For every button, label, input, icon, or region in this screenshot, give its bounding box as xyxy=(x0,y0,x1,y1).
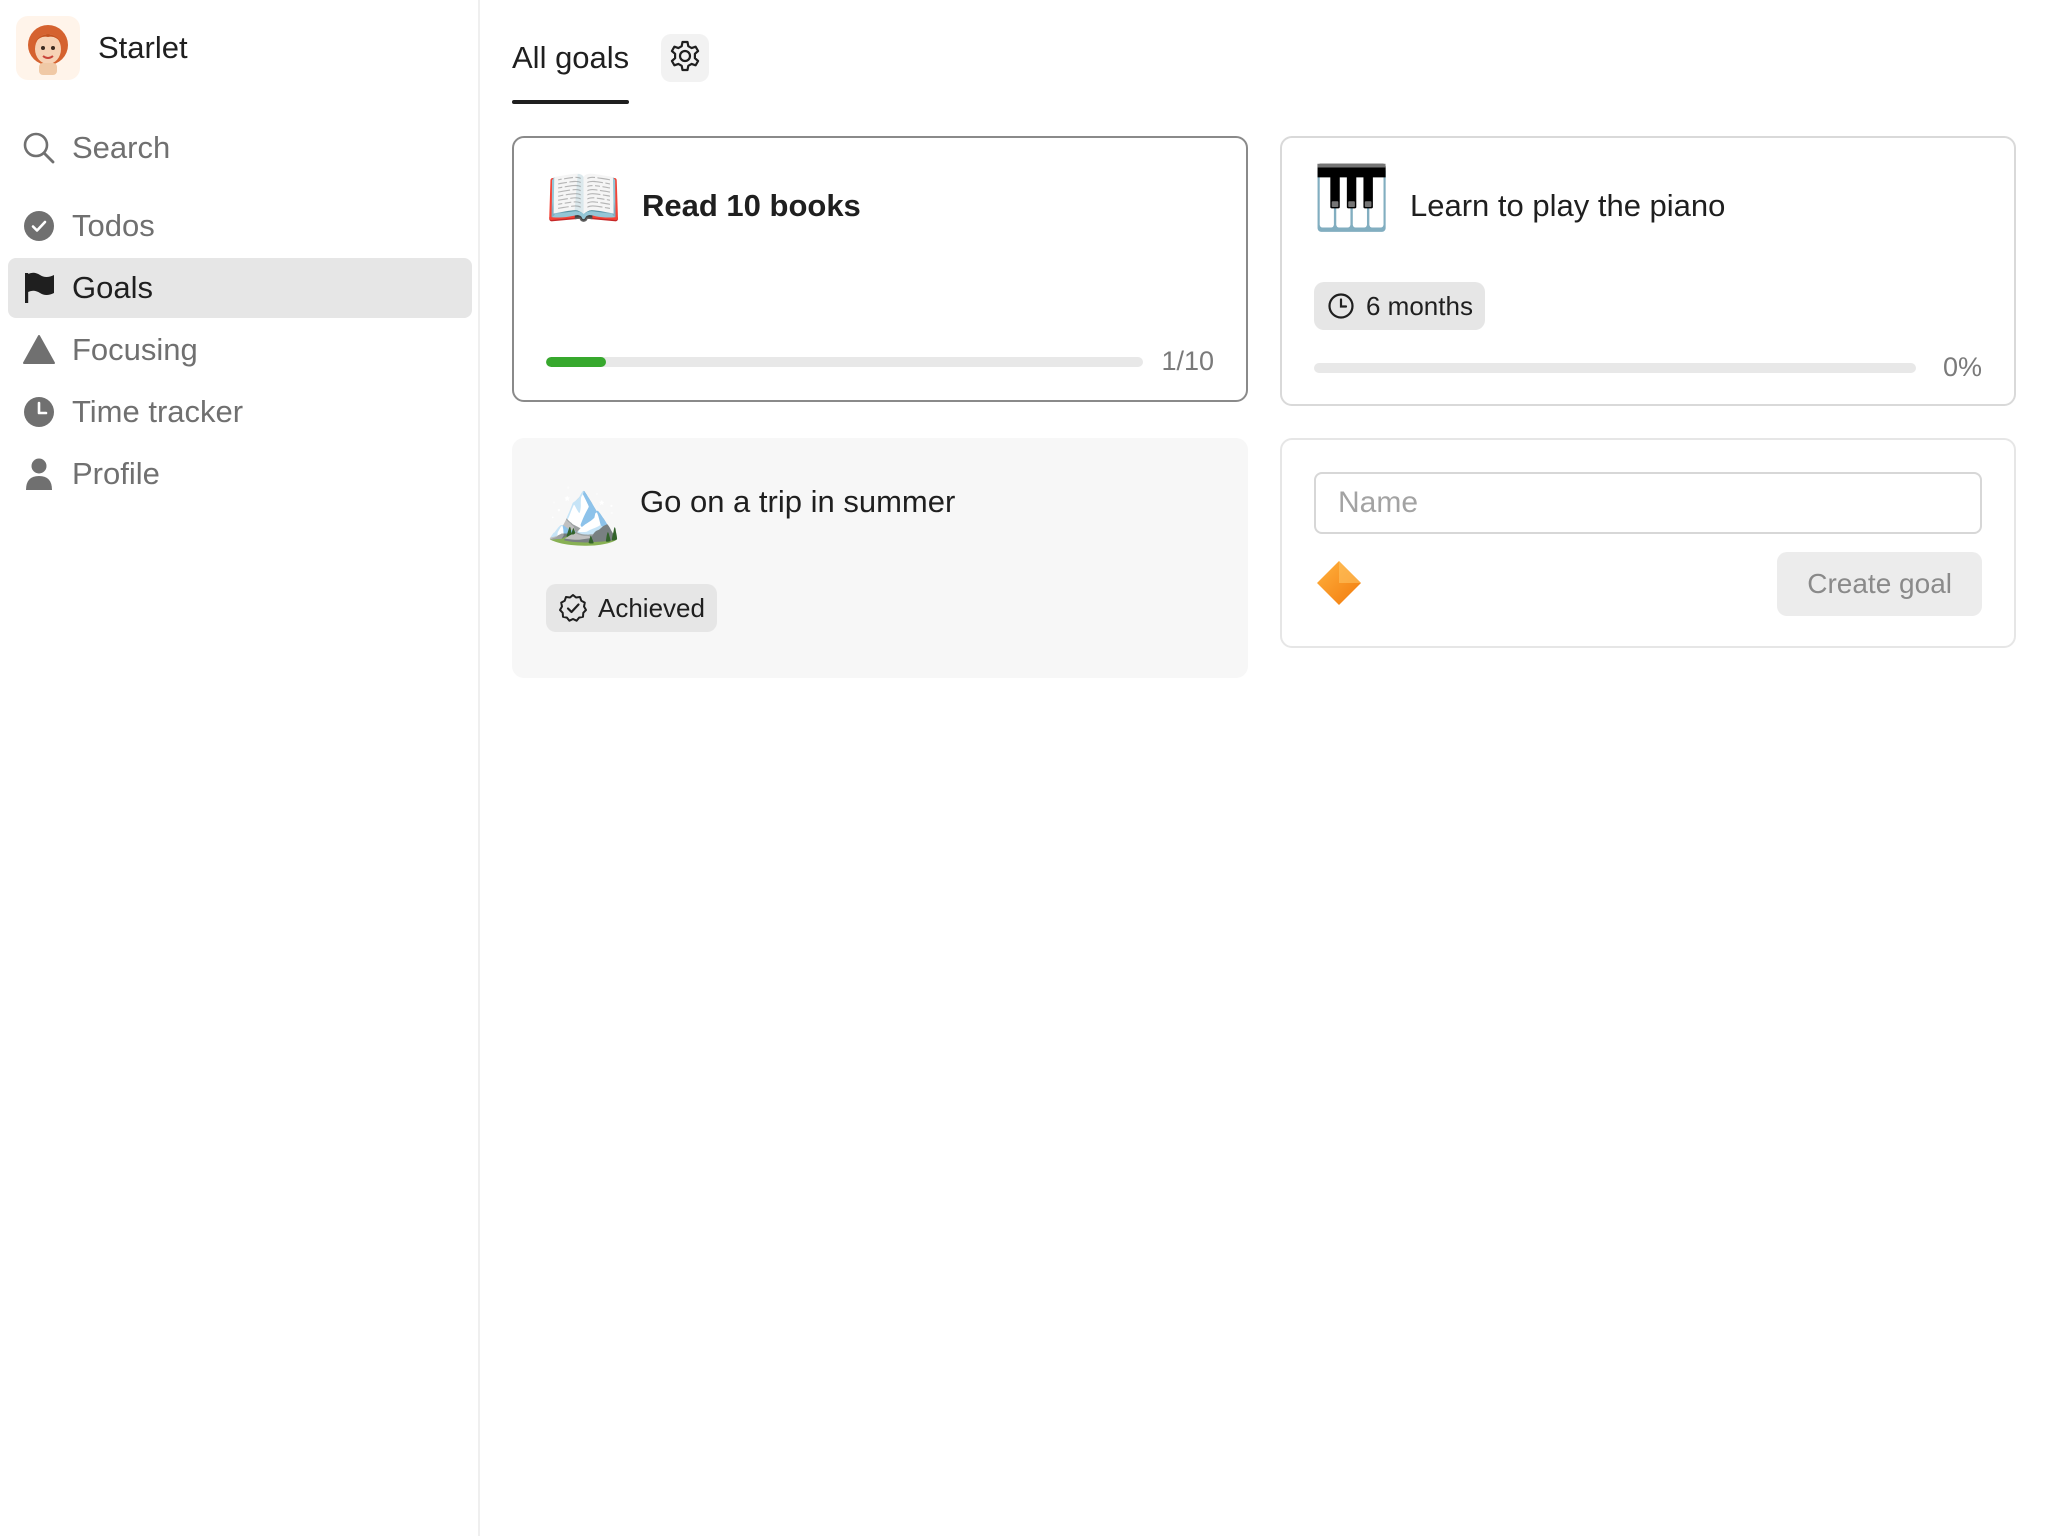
clock-icon xyxy=(22,395,56,429)
clock-icon xyxy=(1326,291,1356,321)
piano-icon: 🎹 xyxy=(1313,163,1391,233)
goal-card-piano[interactable]: 🎹 Learn to play the piano 6 months 0% xyxy=(1280,136,2016,406)
sidebar-search-label: Search xyxy=(72,130,171,165)
goal-card-read-books[interactable]: 📖 Read 10 books 1/10 xyxy=(512,136,1248,402)
flag-icon xyxy=(22,271,56,305)
check-badge-icon xyxy=(558,593,588,623)
status-label: Achieved xyxy=(598,592,705,623)
progress-track xyxy=(546,356,1144,367)
mountain-icon: 🏔️ xyxy=(545,477,623,547)
sidebar-item-todos[interactable]: Todos xyxy=(8,196,472,256)
sidebar-item-label: Goals xyxy=(72,270,153,305)
new-goal-card: Create goal xyxy=(1280,438,2016,648)
duration-badge: 6 months xyxy=(1314,282,1485,330)
sidebar-item-label: Profile xyxy=(72,456,160,491)
open-book-icon: 📖 xyxy=(545,163,623,233)
gear-icon xyxy=(668,39,702,78)
emoji-picker-button[interactable] xyxy=(1314,560,1364,610)
person-icon xyxy=(22,457,56,491)
sidebar-item-time-tracker[interactable]: Time tracker xyxy=(8,382,472,442)
goal-progress: 0% xyxy=(1314,352,1982,383)
tab-all-goals[interactable]: All goals xyxy=(512,30,630,104)
sidebar-item-profile[interactable]: Profile xyxy=(8,444,472,504)
progress-label: 0% xyxy=(1942,352,1982,382)
orange-diamond-icon xyxy=(1315,559,1363,612)
create-goal-button[interactable]: Create goal xyxy=(1777,552,1982,616)
sidebar: Starlet Search Todos Goals Focusing Time… xyxy=(0,0,480,1536)
brand[interactable]: Starlet xyxy=(16,16,188,80)
progress-label: 1/10 xyxy=(1161,346,1214,376)
progress-track xyxy=(1314,362,1916,373)
goal-card-summer-trip[interactable]: 🏔️ Go on a trip in summer Achieved xyxy=(512,438,1248,678)
search-icon xyxy=(22,131,56,165)
goal-progress: 1/10 xyxy=(546,346,1214,377)
sidebar-item-goals[interactable]: Goals xyxy=(8,258,472,318)
tab-bar: All goals xyxy=(512,30,710,104)
check-circle-icon xyxy=(22,209,56,243)
achieved-badge: Achieved xyxy=(546,584,717,632)
sidebar-item-focusing[interactable]: Focusing xyxy=(8,320,472,380)
sidebar-search[interactable]: Search xyxy=(8,118,472,178)
goal-title: Read 10 books xyxy=(642,188,861,223)
goal-title: Learn to play the piano xyxy=(1410,188,1726,223)
girl-avatar-icon xyxy=(16,16,80,80)
sidebar-item-label: Time tracker xyxy=(72,394,244,429)
triangle-icon xyxy=(22,333,56,367)
duration-label: 6 months xyxy=(1366,290,1473,321)
sidebar-item-label: Focusing xyxy=(72,332,198,367)
sidebar-item-label: Todos xyxy=(72,208,155,243)
app-window: Starlet Search Todos Goals Focusing Time… xyxy=(0,0,2048,1536)
brand-name: Starlet xyxy=(98,30,188,65)
progress-fill xyxy=(546,356,606,367)
goal-title: Go on a trip in summer xyxy=(640,484,956,519)
sidebar-nav: Search Todos Goals Focusing Time tracker… xyxy=(8,118,472,506)
goals-settings-button[interactable] xyxy=(661,34,710,82)
goal-name-input[interactable] xyxy=(1314,472,1982,534)
